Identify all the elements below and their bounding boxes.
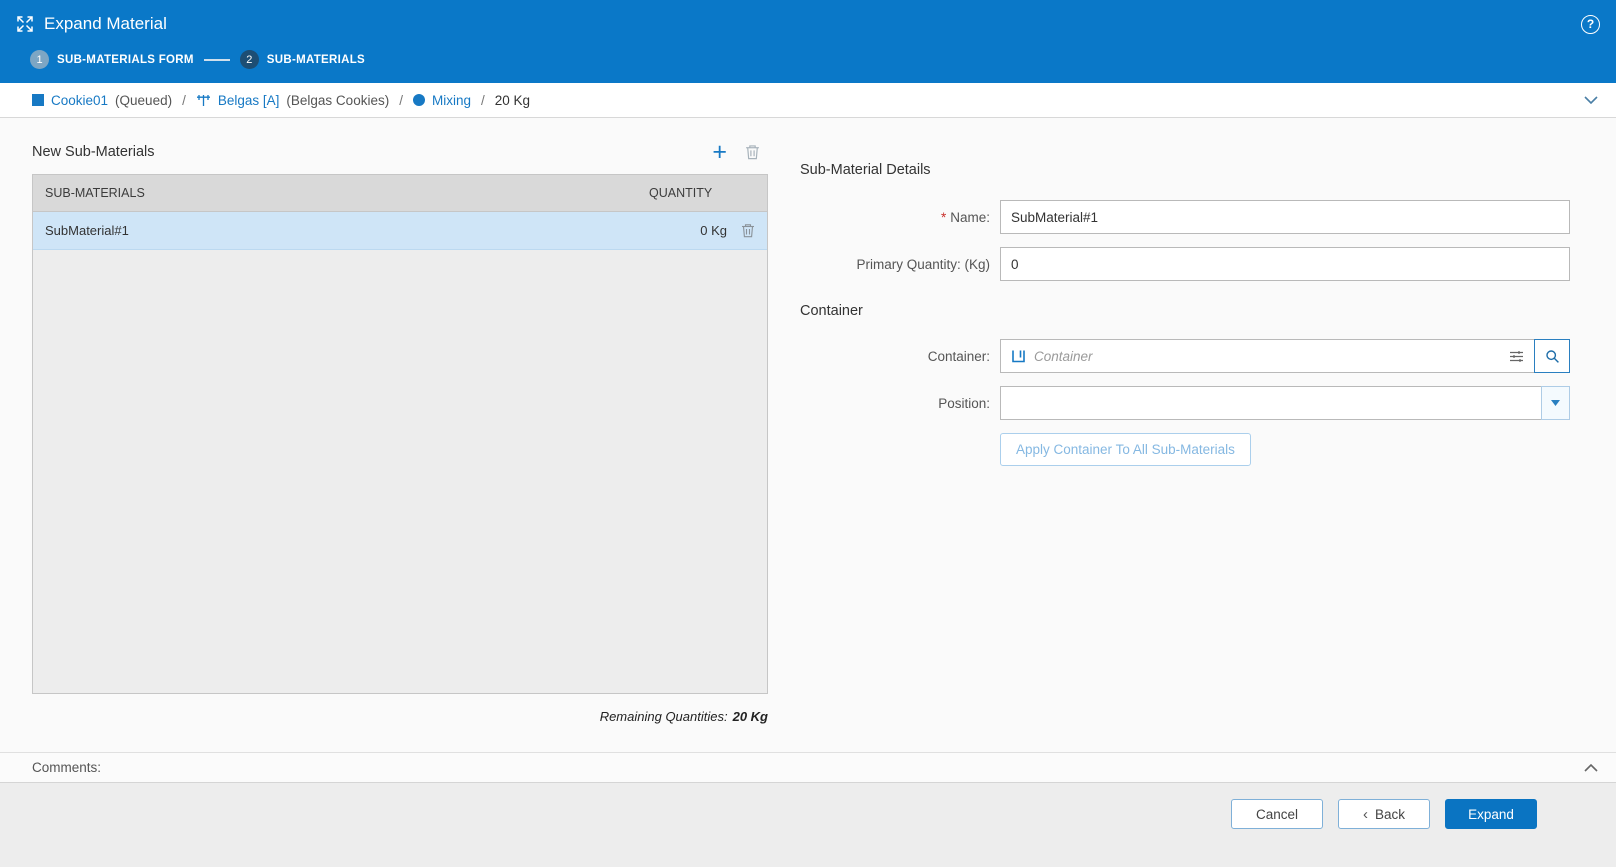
container-picker bbox=[1000, 339, 1570, 373]
step-1-number: 1 bbox=[30, 50, 49, 69]
cancel-button[interactable]: Cancel bbox=[1231, 799, 1323, 829]
breadcrumb-operation[interactable]: Mixing bbox=[432, 93, 471, 108]
step-connector bbox=[204, 59, 230, 61]
breadcrumb-separator: / bbox=[481, 93, 485, 108]
sub-material-quantity: 0 Kg bbox=[649, 223, 727, 238]
footer-actions: Cancel ‹ Back Expand bbox=[0, 783, 1616, 867]
expand-material-dialog: Expand Material ? 1 SUB-MATERIALS FORM 2… bbox=[0, 0, 1616, 867]
material-icon bbox=[32, 94, 44, 106]
sub-materials-header: New Sub-Materials + bbox=[32, 138, 768, 166]
position-label: Position: bbox=[800, 396, 990, 411]
chevron-left-icon: ‹ bbox=[1363, 807, 1368, 822]
container-input-wrap bbox=[1000, 339, 1535, 373]
chevron-up-icon[interactable] bbox=[1584, 764, 1598, 772]
step-sub-materials[interactable]: 2 SUB-MATERIALS bbox=[240, 50, 365, 69]
container-icon bbox=[1011, 349, 1026, 363]
step-2-label: SUB-MATERIALS bbox=[267, 54, 365, 66]
remaining-quantities: Remaining Quantities: 20 Kg bbox=[32, 709, 768, 724]
comments-label: Comments: bbox=[32, 760, 101, 775]
add-sub-material-button[interactable]: + bbox=[712, 142, 727, 162]
remaining-quantities-value: 20 Kg bbox=[733, 709, 768, 724]
operation-icon bbox=[413, 94, 425, 106]
delete-sub-materials-button[interactable] bbox=[745, 144, 760, 160]
wizard-stepper: 1 SUB-MATERIALS FORM 2 SUB-MATERIALS bbox=[16, 48, 1600, 83]
order-icon bbox=[196, 94, 211, 107]
sub-materials-table: SUB-MATERIALS QUANTITY SubMaterial#1 0 K… bbox=[32, 174, 768, 694]
chevron-down-icon[interactable] bbox=[1584, 96, 1598, 104]
container-section-title: Container bbox=[800, 303, 1570, 319]
sub-material-name: SubMaterial#1 bbox=[45, 223, 649, 238]
expand-button[interactable]: Expand bbox=[1445, 799, 1537, 829]
breadcrumb-order[interactable]: Belgas [A] bbox=[218, 93, 280, 108]
position-select bbox=[1000, 386, 1570, 420]
title-row: Expand Material ? bbox=[16, 0, 1600, 48]
primary-quantity-label: Primary Quantity: (Kg) bbox=[800, 257, 990, 272]
breadcrumb: Cookie01 (Queued) / Belgas [A] (Belgas C… bbox=[0, 83, 1616, 118]
step-2-number: 2 bbox=[240, 50, 259, 69]
remaining-quantities-label: Remaining Quantities: bbox=[600, 709, 728, 724]
breadcrumb-material[interactable]: Cookie01 bbox=[51, 93, 108, 108]
comments-bar[interactable]: Comments: bbox=[0, 752, 1616, 783]
back-button-label: Back bbox=[1375, 807, 1405, 822]
breadcrumb-separator: / bbox=[182, 93, 186, 108]
apply-container-button[interactable]: Apply Container To All Sub-Materials bbox=[1000, 433, 1251, 466]
sub-materials-panel: New Sub-Materials + SUB-MATERIALS QUANTI… bbox=[32, 138, 768, 752]
filter-icon[interactable] bbox=[1509, 350, 1524, 363]
main-content: New Sub-Materials + SUB-MATERIALS QUANTI… bbox=[0, 118, 1616, 752]
step-sub-materials-form[interactable]: 1 SUB-MATERIALS FORM bbox=[30, 50, 194, 69]
position-dropdown-button[interactable] bbox=[1541, 386, 1570, 420]
position-input[interactable] bbox=[1000, 386, 1542, 420]
breadcrumb-order-desc: (Belgas Cookies) bbox=[286, 93, 389, 108]
dialog-header: Expand Material ? 1 SUB-MATERIALS FORM 2… bbox=[0, 0, 1616, 83]
details-title: Sub-Material Details bbox=[800, 162, 1570, 178]
breadcrumb-material-status: (Queued) bbox=[115, 93, 172, 108]
step-1-label: SUB-MATERIALS FORM bbox=[57, 54, 194, 66]
container-search-button[interactable] bbox=[1534, 339, 1570, 373]
sub-material-details-panel: Sub-Material Details *Name: Primary Quan… bbox=[800, 138, 1570, 752]
table-row[interactable]: SubMaterial#1 0 Kg bbox=[33, 212, 767, 250]
primary-quantity-field[interactable] bbox=[1000, 247, 1570, 281]
column-header-sub-materials: SUB-MATERIALS bbox=[45, 186, 649, 200]
breadcrumb-separator: / bbox=[399, 93, 403, 108]
required-marker: * bbox=[941, 210, 946, 225]
container-form: Container: bbox=[800, 339, 1570, 466]
sub-materials-title: New Sub-Materials bbox=[32, 144, 155, 160]
dialog-title: Expand Material bbox=[44, 14, 167, 34]
column-header-actions bbox=[727, 186, 755, 200]
details-form: *Name: Primary Quantity: (Kg) bbox=[800, 200, 1570, 281]
delete-row-button[interactable] bbox=[727, 223, 755, 238]
back-button[interactable]: ‹ Back bbox=[1338, 799, 1430, 829]
table-header-row: SUB-MATERIALS QUANTITY bbox=[33, 175, 767, 212]
table-toolbar: + bbox=[712, 142, 768, 162]
container-input[interactable] bbox=[1034, 349, 1501, 364]
table-empty-area bbox=[33, 250, 767, 693]
name-field[interactable] bbox=[1000, 200, 1570, 234]
help-icon[interactable]: ? bbox=[1581, 15, 1600, 34]
container-label: Container: bbox=[800, 349, 990, 364]
breadcrumb-quantity: 20 Kg bbox=[495, 93, 530, 108]
name-label: *Name: bbox=[800, 210, 990, 225]
expand-material-icon bbox=[16, 15, 34, 33]
column-header-quantity: QUANTITY bbox=[649, 186, 727, 200]
